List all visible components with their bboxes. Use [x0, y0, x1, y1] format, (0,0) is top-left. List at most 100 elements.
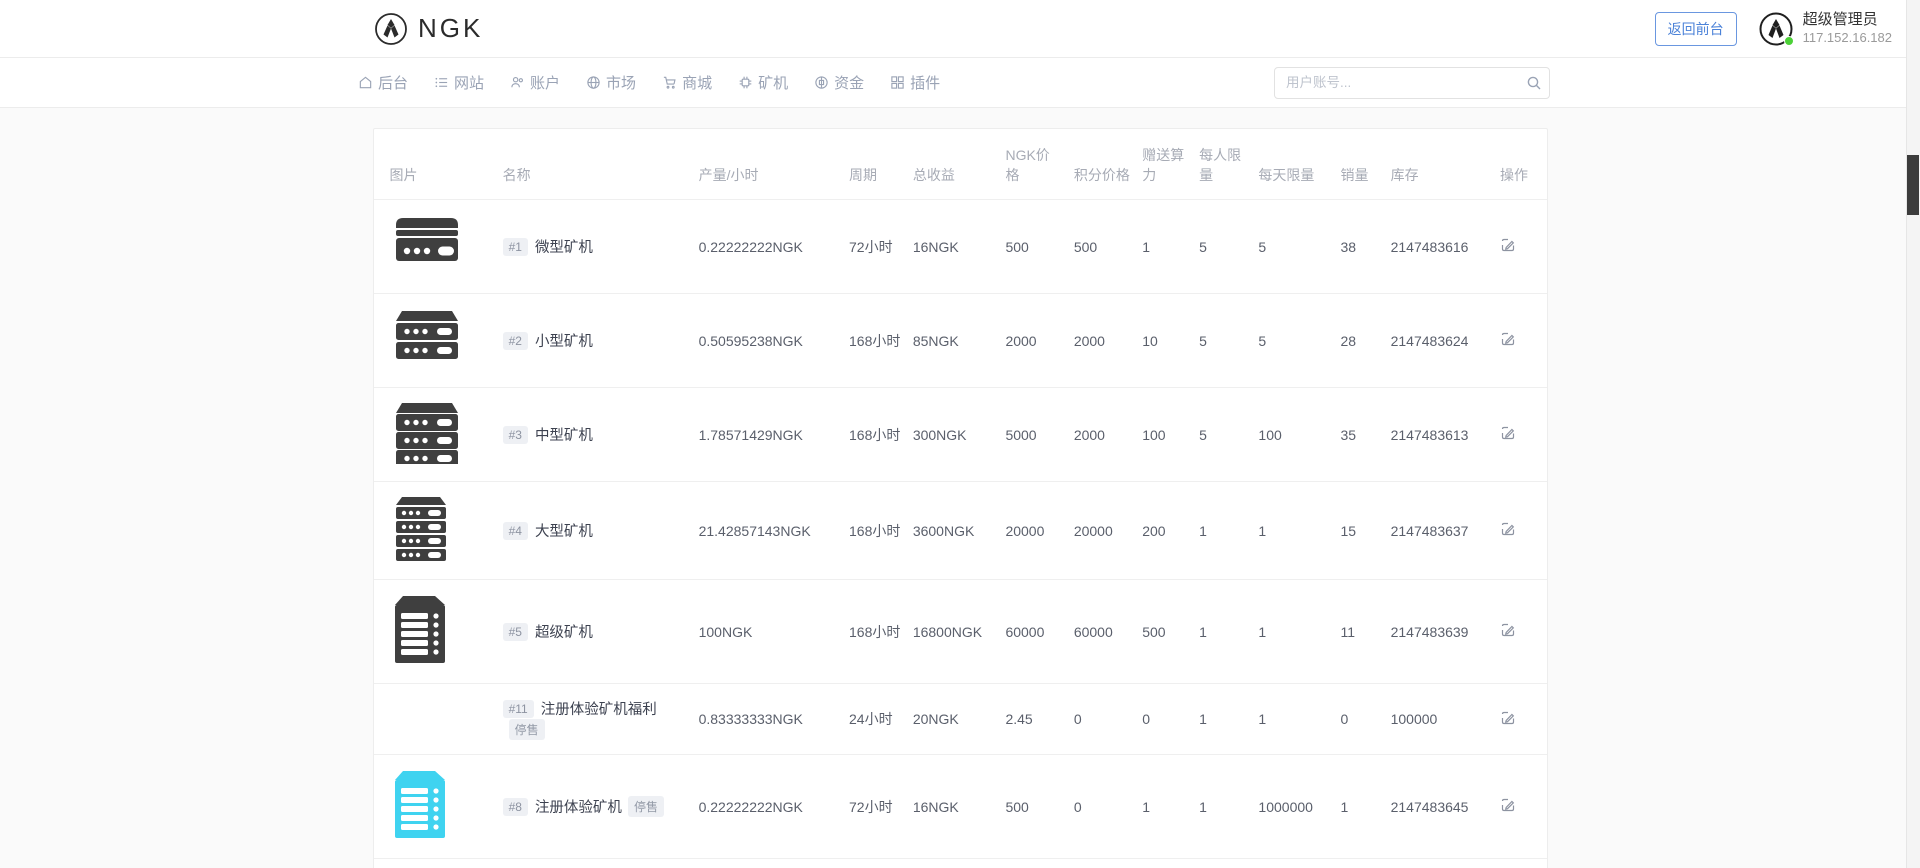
- miner-name: 注册体验矿机: [535, 800, 622, 816]
- edit-icon[interactable]: [1500, 710, 1516, 726]
- cell-sold: 11: [1334, 580, 1384, 684]
- cell-gift-power: 1: [1136, 755, 1193, 859]
- miners-card: 图片 名称 产量/小时 周期 总收益 NGK价格 积分价格 赠送算力 每人限量 …: [373, 128, 1548, 868]
- cell-image: [374, 200, 497, 294]
- top-header-bar: NGK 返回前台 超级管理员 117.152.16.182: [0, 0, 1920, 58]
- cell-action: [1494, 294, 1547, 388]
- cell-total: 16800NGK: [907, 580, 1000, 684]
- miner-three-rack-icon: [390, 451, 466, 467]
- page-scrollbar-track[interactable]: [1906, 0, 1920, 868]
- miner-name: 微型矿机: [535, 240, 593, 256]
- brand-name: NGK: [418, 13, 483, 44]
- nav-item-miner[interactable]: 矿机: [738, 72, 788, 93]
- cell-point-price: 2000: [1068, 294, 1136, 388]
- user-ip-address: 117.152.16.182: [1803, 30, 1892, 46]
- cell-per-day: 1: [1252, 580, 1334, 684]
- miner-id-tag: #11: [503, 700, 534, 718]
- edit-icon[interactable]: [1500, 331, 1516, 347]
- cart-icon: [662, 75, 677, 90]
- miner-tower-cyan-icon: [390, 828, 452, 844]
- cell-image: [374, 294, 497, 388]
- cell-rate: 1.78571429NGK: [693, 388, 843, 482]
- table-footer-cell: [374, 859, 1547, 868]
- user-profile[interactable]: 超级管理员 117.152.16.182: [1759, 11, 1892, 46]
- page-body: 图片 名称 产量/小时 周期 总收益 NGK价格 积分价格 赠送算力 每人限量 …: [0, 108, 1920, 868]
- cell-point-price: 20000: [1068, 482, 1136, 580]
- cell-image: [374, 755, 497, 859]
- edit-icon[interactable]: [1500, 237, 1516, 253]
- nav-item-mall[interactable]: 商城: [662, 72, 712, 93]
- table-row: #11注册体验矿机福利停售 0.83333333NGK 24小时 20NGK 2…: [374, 684, 1547, 755]
- avatar: [1759, 12, 1793, 46]
- cell-total: 300NGK: [907, 388, 1000, 482]
- cell-rate: 0.50595238NGK: [693, 294, 843, 388]
- cell-ngk-price: 500: [999, 200, 1067, 294]
- return-to-front-button[interactable]: 返回前台: [1655, 12, 1737, 46]
- nav-item-website[interactable]: 网站: [434, 72, 484, 93]
- cell-total: 85NGK: [907, 294, 1000, 388]
- miner-name: 大型矿机: [535, 524, 593, 540]
- edit-icon[interactable]: [1500, 797, 1516, 813]
- status-badge: 停售: [509, 719, 545, 740]
- edit-icon[interactable]: [1500, 622, 1516, 638]
- search-icon[interactable]: [1526, 75, 1542, 91]
- cell-ngk-price: 2000: [999, 294, 1067, 388]
- cell-stock: 2147483637: [1385, 482, 1494, 580]
- nav-item-funds[interactable]: 资金: [814, 72, 864, 93]
- col-header-ngk-price: NGK价格: [999, 129, 1067, 200]
- col-header-point-price: 积分价格: [1068, 129, 1136, 200]
- nav-item-label: 账户: [530, 72, 560, 93]
- table-row: #5超级矿机 100NGK 168小时 16800NGK 60000 60000…: [374, 580, 1547, 684]
- nav-item-backend[interactable]: 后台: [358, 72, 408, 93]
- cell-sold: 1: [1334, 755, 1384, 859]
- col-header-per-person: 每人限量: [1193, 129, 1252, 200]
- status-badge: 停售: [628, 796, 664, 817]
- cell-per-person: 1: [1193, 755, 1252, 859]
- edit-icon[interactable]: [1500, 521, 1516, 537]
- cell-ngk-price: 2.45: [999, 684, 1067, 755]
- cell-rate: 0.83333333NGK: [693, 684, 843, 755]
- cell-cycle: 72小时: [843, 200, 907, 294]
- cell-cycle: 168小时: [843, 482, 907, 580]
- chip-icon: [738, 75, 753, 90]
- cell-gift-power: 500: [1136, 580, 1193, 684]
- nav-item-label: 资金: [834, 72, 864, 93]
- col-header-gift-power: 赠送算力: [1136, 129, 1193, 200]
- online-status-dot: [1784, 36, 1794, 46]
- cell-ngk-price: 500: [999, 755, 1067, 859]
- grid-icon: [890, 75, 905, 90]
- nav-item-account[interactable]: 账户: [510, 72, 560, 93]
- cell-per-person: 5: [1193, 200, 1252, 294]
- nav-item-label: 插件: [910, 72, 940, 93]
- search-input[interactable]: [1274, 67, 1550, 99]
- cell-stock: 2147483616: [1385, 200, 1494, 294]
- cell-per-day: 1: [1252, 482, 1334, 580]
- cell-cycle: 24小时: [843, 684, 907, 755]
- col-header-rate: 产量/小时: [693, 129, 843, 200]
- brand-logo[interactable]: NGK: [374, 12, 483, 46]
- cell-rate: 100NGK: [693, 580, 843, 684]
- miner-id-tag: #4: [503, 522, 528, 540]
- cell-sold: 38: [1334, 200, 1384, 294]
- table-row: #1微型矿机 0.22222222NGK 72小时 16NGK 500 500 …: [374, 200, 1547, 294]
- col-header-cycle: 周期: [843, 129, 907, 200]
- cell-per-day: 5: [1252, 200, 1334, 294]
- nav-item-plugins[interactable]: 插件: [890, 72, 940, 93]
- nav-item-market[interactable]: 市场: [586, 72, 636, 93]
- miner-id-tag: #8: [503, 798, 528, 816]
- cell-point-price: 0: [1068, 684, 1136, 755]
- col-header-stock: 库存: [1385, 129, 1494, 200]
- user-meta: 超级管理员 117.152.16.182: [1803, 11, 1892, 46]
- cell-point-price: 2000: [1068, 388, 1136, 482]
- edit-icon[interactable]: [1500, 425, 1516, 441]
- user-name: 超级管理员: [1803, 11, 1892, 30]
- miner-name: 注册体验矿机福利: [541, 702, 657, 718]
- col-header-action: 操作: [1494, 129, 1547, 200]
- page-scrollbar-thumb[interactable]: [1907, 155, 1919, 215]
- table-footer-spacer: [374, 859, 1547, 868]
- cell-per-person: 1: [1193, 482, 1252, 580]
- miner-two-rack-icon: [390, 357, 466, 373]
- table-row: #3中型矿机 1.78571429NGK 168小时 300NGK 5000 2…: [374, 388, 1547, 482]
- cell-gift-power: 0: [1136, 684, 1193, 755]
- cell-image: [374, 580, 497, 684]
